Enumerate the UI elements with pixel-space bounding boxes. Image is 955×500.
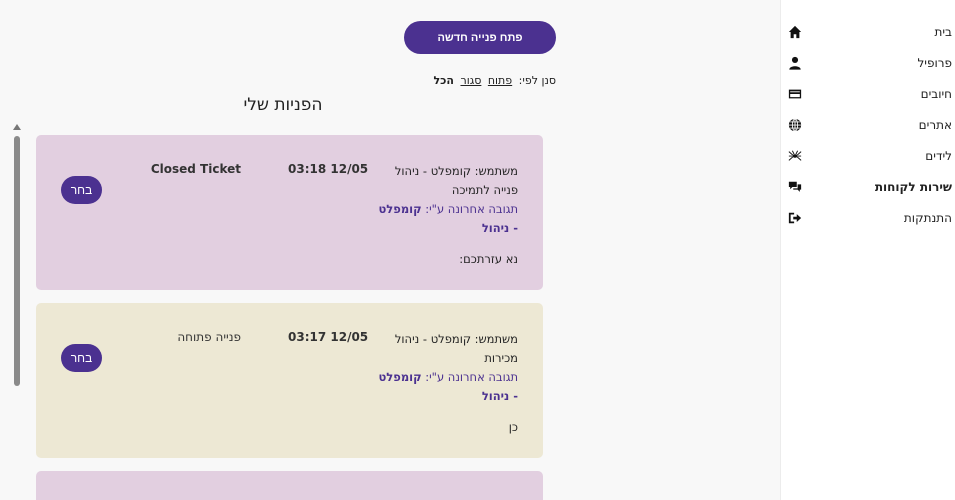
- sidebar-item-label: התנתקות: [903, 211, 952, 225]
- ticket-filter: סנן לפי: פתוח סגור הכל: [380, 74, 556, 87]
- select-ticket-button[interactable]: בחר: [61, 176, 102, 204]
- sidebar-item-profile[interactable]: פרופיל: [781, 51, 955, 75]
- sidebar-item-label: שירות לקוחות: [874, 180, 952, 194]
- sidebar-item-label: פרופיל: [917, 56, 952, 70]
- sidebar-item-leads[interactable]: לידים: [781, 144, 955, 168]
- tickets-scrollbar[interactable]: [12, 124, 24, 500]
- page-title: הפניות שלי: [243, 95, 323, 115]
- credit-card-icon: [787, 86, 803, 102]
- sidebar-item-label: חיובים: [920, 87, 952, 101]
- ticket-date: 03:17 12/05: [288, 330, 369, 344]
- chat-bubbles-icon: [787, 179, 803, 195]
- ticket-body: נא עזרתכם:: [459, 252, 518, 266]
- ticket-status: פנייה פתוחה: [177, 330, 241, 344]
- user-icon: [787, 55, 803, 71]
- sidebar-item-label: בית: [934, 25, 952, 39]
- sidebar-item-logout[interactable]: התנתקות: [781, 206, 955, 230]
- ticket-user: משתמש: קומפלט - ניהול: [394, 164, 518, 178]
- spider-icon: [787, 148, 803, 164]
- home-icon: [787, 24, 803, 40]
- ticket-details: משתמש: קומפלט - ניהול פנייה לתמיכה תגובה…: [378, 162, 518, 269]
- sidebar-item-label: אתרים: [918, 118, 952, 132]
- logout-icon: [787, 210, 803, 226]
- ticket-last-reply: תגובה אחרונה ע"י: קומפלט - ניהול: [378, 200, 518, 238]
- ticket-body: כן: [508, 420, 518, 434]
- filter-closed-link[interactable]: סגור: [460, 74, 481, 87]
- ticket-last-reply: תגובה אחרונה ע"י: קומפלט - ניהול: [378, 368, 518, 406]
- sidebar-item-label: לידים: [925, 149, 952, 163]
- last-reply-prefix: תגובה אחרונה ע"י:: [425, 370, 518, 384]
- filter-open-link[interactable]: פתוח: [488, 74, 512, 87]
- globe-icon: [787, 117, 803, 133]
- ticket-date: 03:18 12/05: [288, 162, 369, 176]
- new-ticket-button[interactable]: פתח פנייה חדשה: [404, 21, 556, 54]
- ticket-card: משתמש: קומפלט - ניהול פנייה לתמיכה תגובה…: [36, 135, 543, 290]
- ticket-subject: פנייה לתמיכה: [451, 183, 518, 197]
- scroll-up-arrow-icon[interactable]: [13, 124, 21, 130]
- ticket-card: משתמש: קומפלט - ניהול מכירות תגובה אחרונ…: [36, 303, 543, 458]
- sidebar-item-home[interactable]: בית: [781, 20, 955, 44]
- sidebar-item-sites[interactable]: אתרים: [781, 113, 955, 137]
- sidebar-item-customer-service[interactable]: שירות לקוחות: [781, 175, 955, 199]
- ticket-details: משתמש: קומפלט - ניהול מכירות תגובה אחרונ…: [378, 330, 518, 437]
- ticket-subject: מכירות: [484, 351, 518, 365]
- ticket-status: Closed Ticket: [150, 162, 241, 176]
- filter-prefix: סנן לפי:: [518, 74, 556, 87]
- sidebar: בית פרופיל חיובים אתרים לידים שירות לקוח…: [780, 0, 955, 500]
- scroll-thumb[interactable]: [14, 136, 20, 386]
- select-ticket-button[interactable]: בחר: [61, 344, 102, 372]
- filter-all-link[interactable]: הכל: [434, 74, 454, 87]
- sidebar-item-billing[interactable]: חיובים: [781, 82, 955, 106]
- last-reply-prefix: תגובה אחרונה ע"י:: [425, 202, 518, 216]
- ticket-user: משתמש: קומפלט - ניהול: [394, 332, 518, 346]
- ticket-card: [36, 471, 543, 500]
